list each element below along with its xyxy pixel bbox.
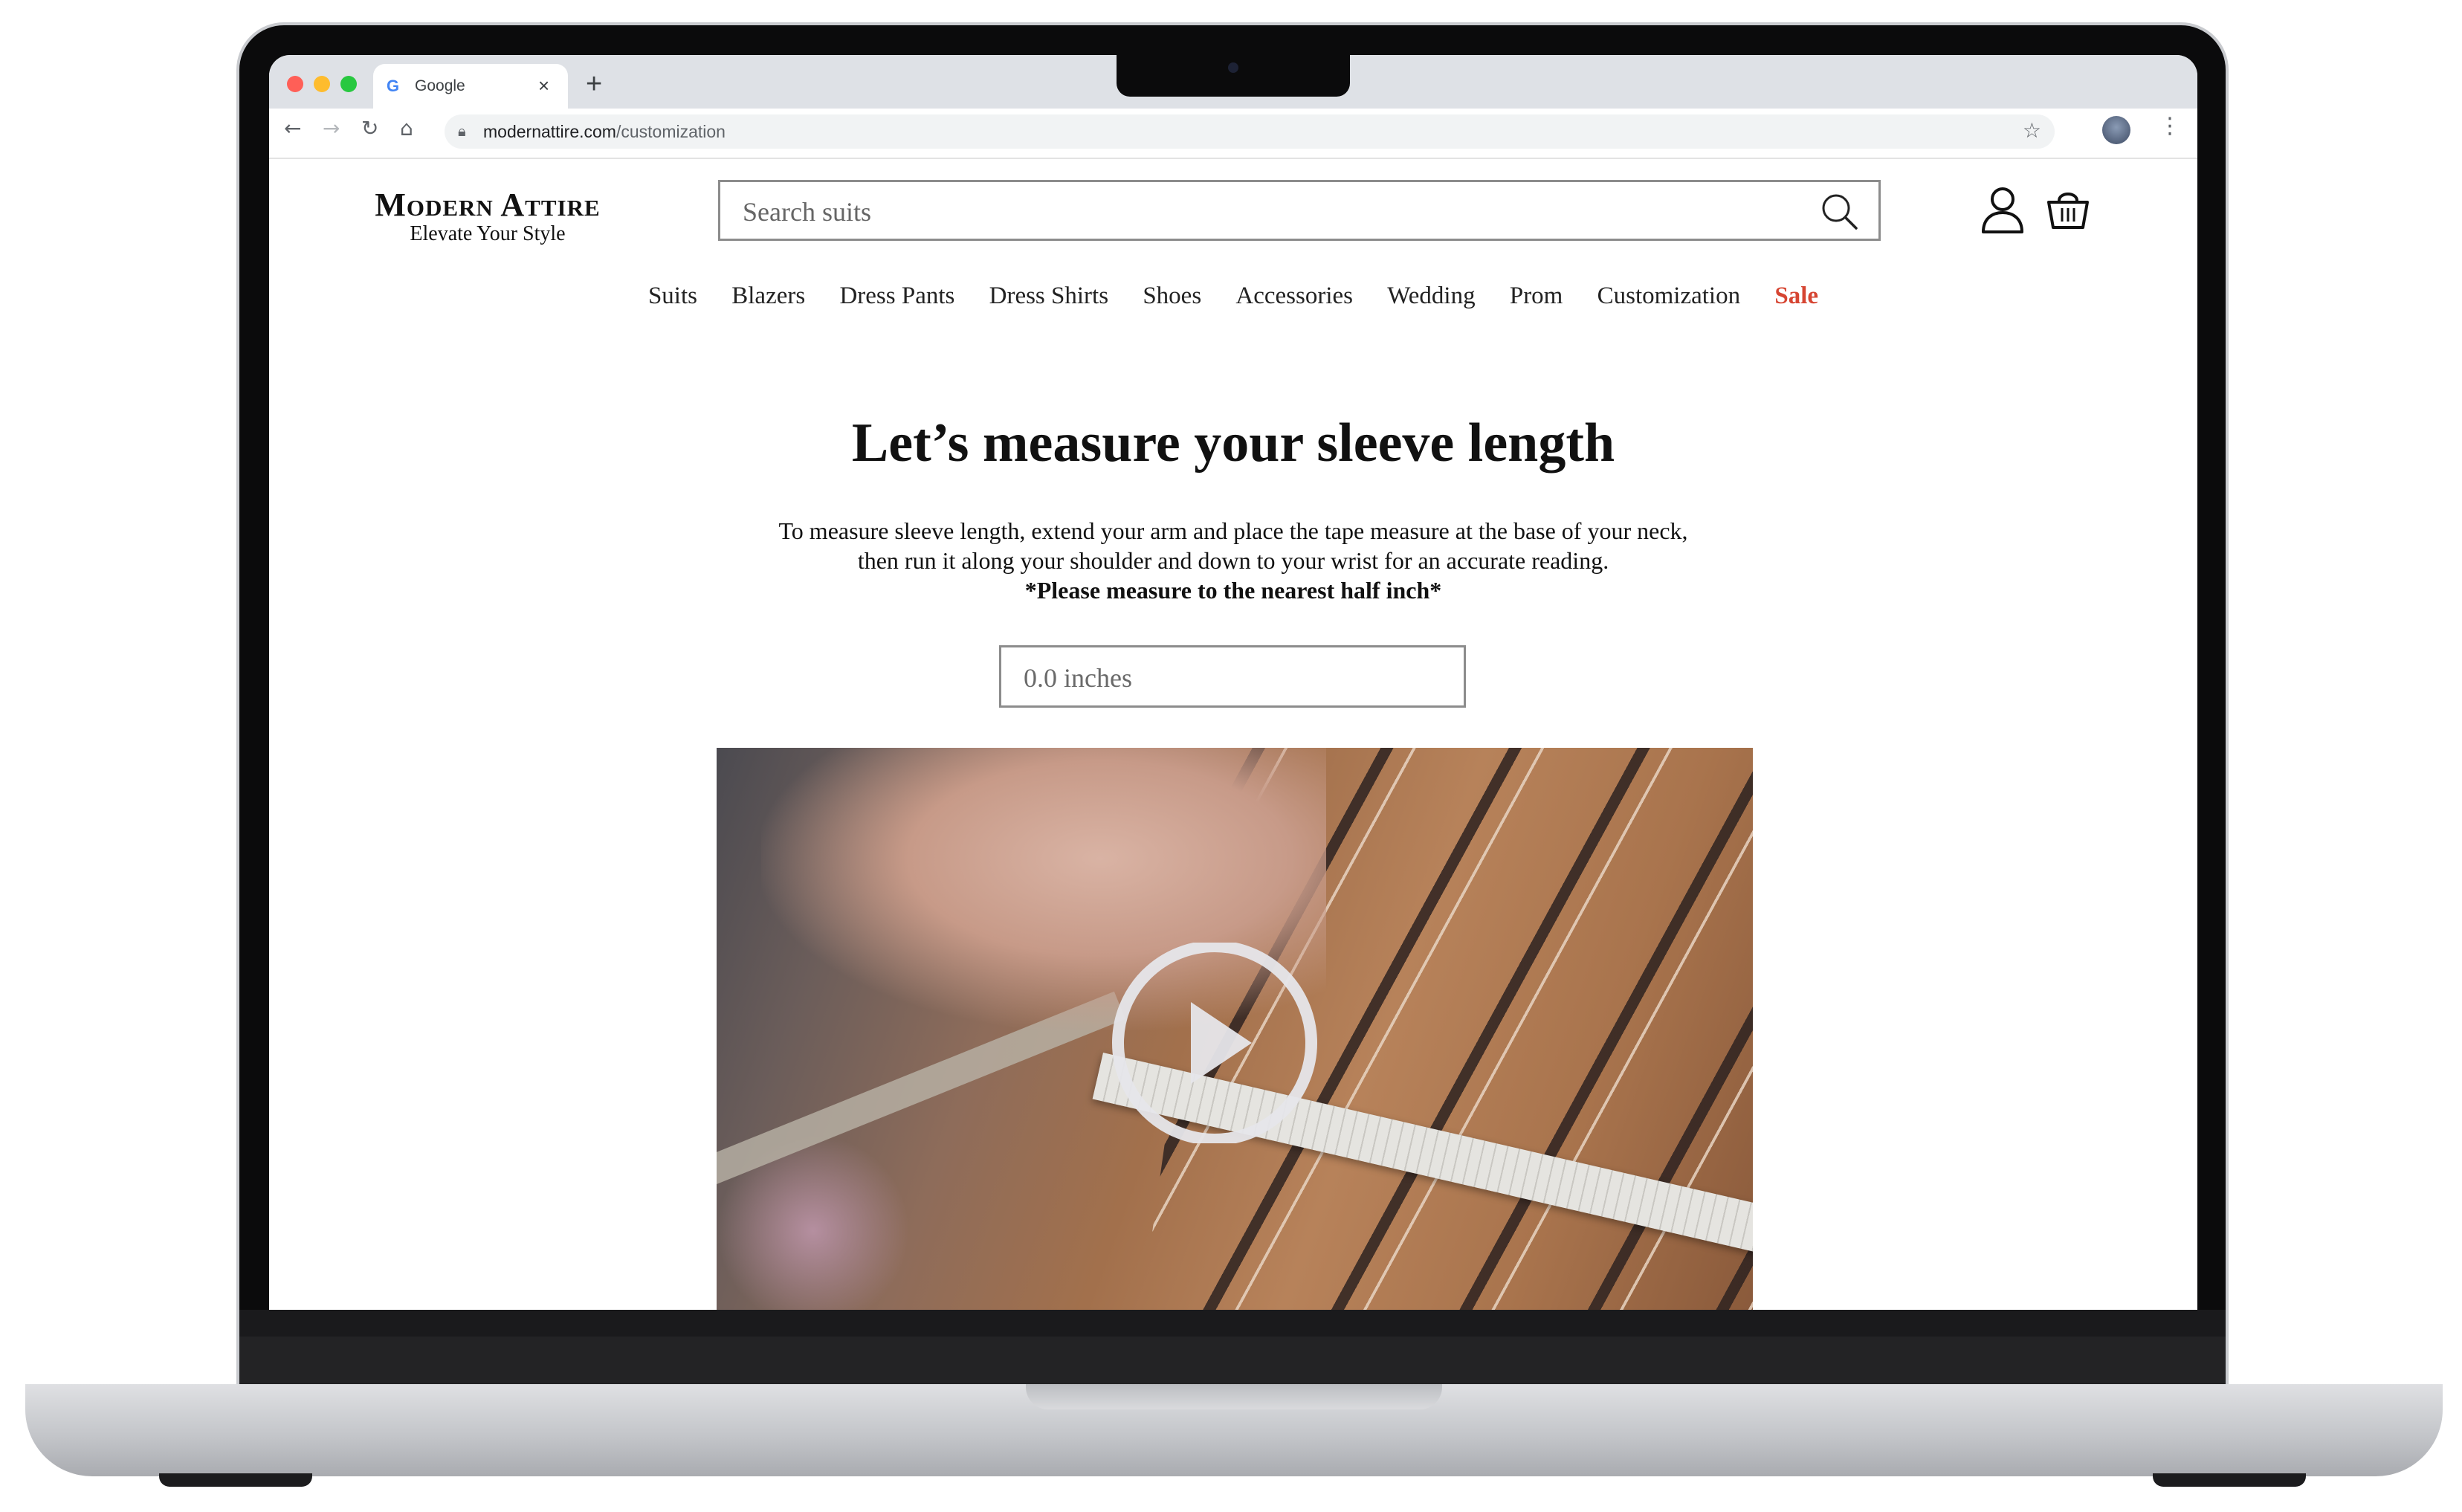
reload-icon[interactable]: ↻ bbox=[361, 116, 378, 140]
nav-dress-pants[interactable]: Dress Pants bbox=[839, 282, 954, 310]
nav-prom[interactable]: Prom bbox=[1510, 282, 1563, 310]
profile-avatar[interactable] bbox=[2102, 116, 2130, 144]
nav-blazers[interactable]: Blazers bbox=[731, 282, 805, 310]
instructions-line-2: then run it along your shoulder and down… bbox=[857, 547, 1609, 574]
close-window-button[interactable] bbox=[287, 76, 303, 92]
home-icon[interactable]: ⌂ bbox=[400, 116, 413, 140]
instructions-line-1: To measure sleeve length, extend your ar… bbox=[778, 517, 1688, 544]
laptop-bezel bbox=[239, 1310, 2226, 1390]
nav-dress-shirts[interactable]: Dress Shirts bbox=[989, 282, 1108, 310]
new-tab-button[interactable]: + bbox=[586, 68, 602, 100]
nav-sale[interactable]: Sale bbox=[1774, 282, 1818, 310]
browser-toolbar: ← → ↻ ⌂ 🔒︎ modernattire.com/customizatio… bbox=[269, 109, 2197, 159]
measurement-note: *Please measure to the nearest half inch… bbox=[1024, 577, 1442, 604]
url-text[interactable]: modernattire.com/customization bbox=[483, 122, 726, 142]
site-logo[interactable]: Modern Attire Elevate Your Style bbox=[332, 186, 644, 246]
search-input[interactable] bbox=[741, 193, 1800, 231]
nav-suits[interactable]: Suits bbox=[648, 282, 697, 310]
window-controls bbox=[287, 76, 357, 92]
nav-accessories[interactable]: Accessories bbox=[1235, 282, 1353, 310]
screen: G Google × + ← → ↻ ⌂ 🔒︎ modernattire.com… bbox=[269, 55, 2197, 1310]
address-bar[interactable]: 🔒︎ modernattire.com/customization ☆ bbox=[445, 114, 2055, 149]
url-domain: modernattire.com bbox=[483, 122, 616, 141]
url-path: /customization bbox=[616, 122, 726, 141]
laptop-base bbox=[25, 1384, 2443, 1476]
laptop-lip bbox=[1026, 1384, 1442, 1409]
google-icon: G bbox=[387, 77, 400, 95]
play-icon[interactable] bbox=[1103, 943, 1326, 1143]
lock-icon: 🔒︎ bbox=[458, 122, 466, 140]
tab-title: Google bbox=[415, 77, 465, 94]
account-icon[interactable] bbox=[1979, 186, 2026, 235]
laptop-foot bbox=[2153, 1473, 2306, 1487]
brand-name: Modern Attire bbox=[375, 187, 601, 223]
tab-close-icon[interactable]: × bbox=[538, 74, 549, 97]
shopping-bag-icon[interactable] bbox=[2046, 186, 2090, 230]
brand-tagline: Elevate Your Style bbox=[410, 222, 566, 245]
forward-icon[interactable]: → bbox=[323, 116, 340, 140]
bookmark-star-icon[interactable]: ☆ bbox=[2023, 118, 2041, 143]
browser-tab[interactable]: G Google × bbox=[373, 64, 568, 109]
camera-icon bbox=[1228, 62, 1238, 73]
main-nav: Suits Blazers Dress Pants Dress Shirts S… bbox=[269, 282, 2197, 310]
page-title: Let’s measure your sleeve length bbox=[851, 413, 1615, 474]
nav-shoes[interactable]: Shoes bbox=[1143, 282, 1201, 310]
instruction-video[interactable] bbox=[717, 748, 1753, 1310]
search-icon[interactable] bbox=[1819, 191, 1861, 233]
laptop-foot bbox=[159, 1473, 312, 1487]
nav-customization[interactable]: Customization bbox=[1597, 282, 1741, 310]
maximize-window-button[interactable] bbox=[340, 76, 357, 92]
browser-menu-icon[interactable]: ⋮ bbox=[2159, 113, 2181, 139]
minimize-window-button[interactable] bbox=[314, 76, 330, 92]
nav-wedding[interactable]: Wedding bbox=[1387, 282, 1475, 310]
instructions: To measure sleeve length, extend your ar… bbox=[566, 516, 1900, 605]
back-icon[interactable]: ← bbox=[284, 116, 301, 140]
camera-notch bbox=[1117, 55, 1350, 97]
sleeve-length-input[interactable] bbox=[1022, 658, 1441, 698]
sleeve-length-field[interactable] bbox=[999, 645, 1466, 708]
search-box[interactable] bbox=[718, 180, 1881, 241]
